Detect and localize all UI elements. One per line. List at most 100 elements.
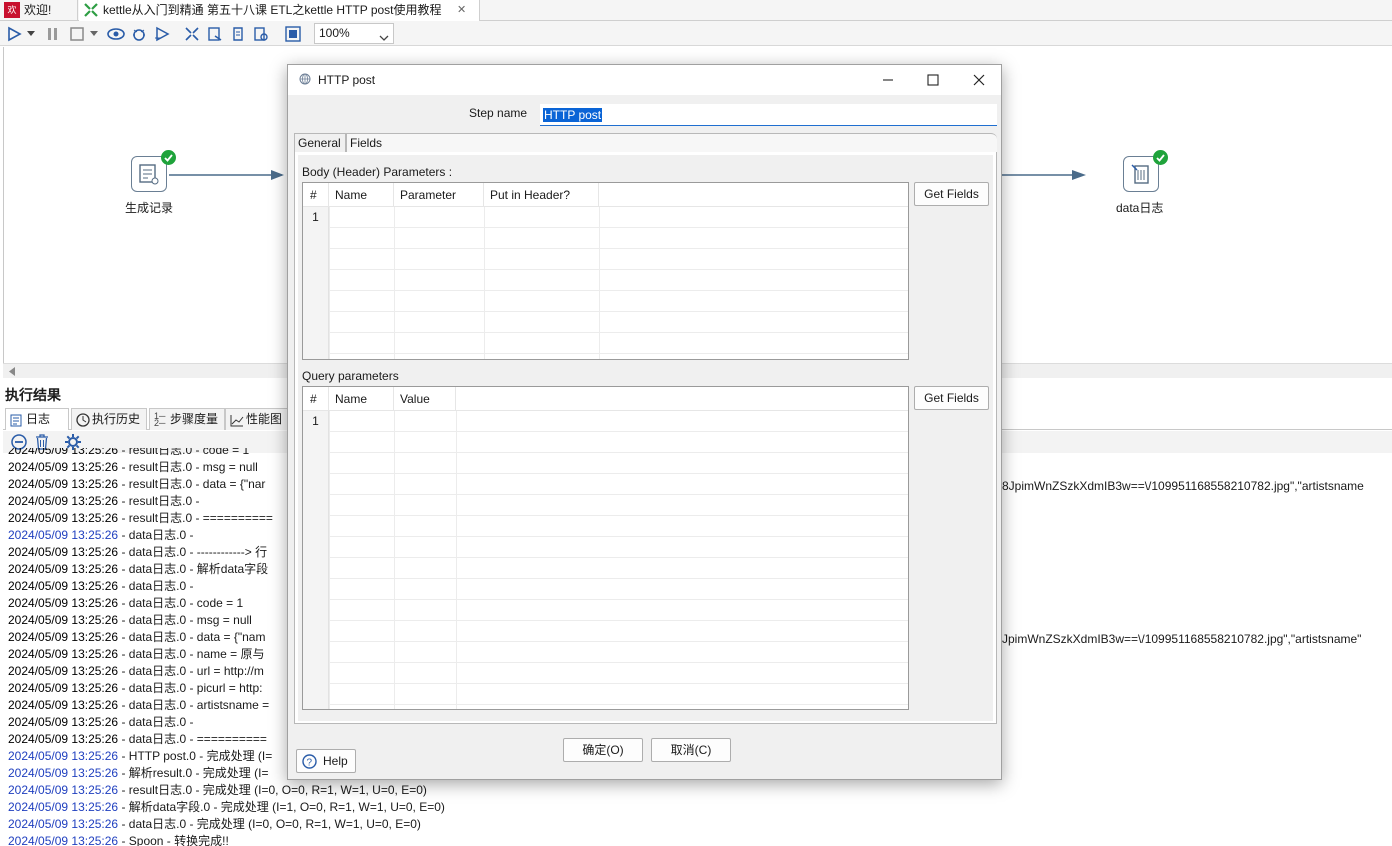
debug-icon[interactable] — [130, 25, 148, 42]
step-name-input[interactable] — [540, 104, 997, 126]
table-row[interactable] — [303, 453, 908, 474]
column-header[interactable]: Put in Header? — [484, 183, 599, 207]
tab-transformation-label: kettle从入门到精通 第五十八课 ETL之kettle HTTP post使… — [103, 3, 442, 17]
tab-general[interactable]: General — [294, 133, 346, 153]
row-number — [303, 621, 329, 642]
stop-dropdown-icon[interactable] — [89, 25, 99, 42]
verify-icon[interactable] — [183, 25, 201, 42]
table-row[interactable] — [303, 684, 908, 705]
row-number — [303, 228, 329, 249]
log-message: - data日志.0 - ========== — [118, 732, 267, 746]
transformation-toolbar: 100% — [0, 21, 1392, 46]
replay-icon[interactable] — [153, 25, 171, 42]
row-number — [303, 516, 329, 537]
sql-icon[interactable] — [229, 25, 247, 42]
table-row[interactable] — [303, 333, 908, 354]
row-number — [303, 705, 329, 709]
run-dropdown-icon[interactable] — [26, 25, 36, 42]
show-results-icon[interactable] — [284, 25, 302, 42]
tab-fields[interactable]: Fields — [346, 133, 997, 153]
table-row[interactable] — [303, 705, 908, 709]
column-header[interactable]: Value — [394, 387, 456, 411]
log-message: - data日志.0 - artistsname = — [118, 698, 270, 712]
column-header[interactable]: Name — [329, 387, 394, 411]
http-post-dialog: HTTP post Step name HTTP post General Fi… — [287, 64, 1002, 780]
log-timestamp: 2024/05/09 13:25:26 — [8, 494, 119, 508]
pause-icon[interactable] — [44, 25, 62, 42]
table-row[interactable] — [303, 249, 908, 270]
body-parameters-label: Body (Header) Parameters : — [302, 165, 453, 179]
stop-icon[interactable] — [68, 25, 86, 42]
ok-label: 确定(O) — [582, 743, 624, 757]
log-timestamp: 2024/05/09 13:25:26 — [8, 477, 119, 491]
table-row[interactable] — [303, 432, 908, 453]
table-row[interactable] — [303, 474, 908, 495]
ok-button[interactable]: 确定(O) — [563, 738, 643, 762]
table-row[interactable] — [303, 516, 908, 537]
row-number — [303, 354, 329, 359]
table-row[interactable]: 1 — [303, 207, 908, 228]
tab-performance[interactable]: 性能图 — [225, 408, 289, 430]
tab-log-label: 日志 — [26, 412, 51, 426]
tab-history[interactable]: 执行历史 — [71, 408, 147, 430]
cancel-button[interactable]: 取消(C) — [651, 738, 731, 762]
explore-db-icon[interactable] — [252, 25, 270, 42]
log-timestamp: 2024/05/09 13:25:26 — [8, 834, 119, 846]
table-row[interactable] — [303, 291, 908, 312]
table-row[interactable] — [303, 270, 908, 291]
tab-step-metrics[interactable]: 1─ 2─ 步骤度量 — [149, 408, 225, 430]
table-row[interactable] — [303, 642, 908, 663]
body-parameters-table[interactable]: # Name Parameter Put in Header? 1 — [302, 182, 909, 360]
log-timestamp: 2024/05/09 13:25:26 — [8, 511, 119, 525]
get-fields-button[interactable]: Get Fields — [914, 386, 989, 410]
column-header[interactable]: # — [303, 183, 329, 207]
row-number — [303, 333, 329, 354]
row-number — [303, 684, 329, 705]
close-icon[interactable] — [970, 71, 988, 89]
log-message: - result日志.0 - — [118, 494, 200, 508]
table-row[interactable] — [303, 663, 908, 684]
log-line: 2024/05/09 13:25:26 - 解析data字段.0 - 完成处理 … — [8, 799, 1388, 816]
table-row[interactable] — [303, 537, 908, 558]
help-button[interactable]: ? Help — [296, 749, 356, 773]
run-icon[interactable] — [5, 25, 23, 42]
help-label: Help — [323, 754, 348, 768]
preview-icon[interactable] — [107, 25, 125, 42]
maximize-icon[interactable] — [924, 71, 942, 89]
table-row[interactable] — [303, 579, 908, 600]
table-row[interactable] — [303, 558, 908, 579]
tab-transformation[interactable]: kettle从入门到精通 第五十八课 ETL之kettle HTTP post使… — [79, 0, 480, 21]
column-header[interactable]: Parameter — [394, 183, 484, 207]
table-header: # Name Parameter Put in Header? — [303, 183, 908, 207]
minimize-icon[interactable] — [879, 71, 897, 89]
log-message: - 解析data字段.0 - 完成处理 (I=1, O=0, R=1, W=1,… — [118, 800, 445, 814]
log-message: - HTTP post.0 - 完成处理 (I= — [118, 749, 273, 763]
log-timestamp: 2024/05/09 13:25:26 — [8, 681, 119, 695]
editor-tab-bar: 欢 欢迎! kettle从入门到精通 第五十八课 ETL之kettle HTTP… — [0, 0, 1392, 21]
row-number — [303, 312, 329, 333]
table-row[interactable] — [303, 495, 908, 516]
table-row[interactable]: 1 — [303, 411, 908, 432]
get-fields-button[interactable]: Get Fields — [914, 182, 989, 206]
query-parameters-table[interactable]: # Name Value 1 — [302, 386, 909, 710]
log-message: - 解析result.0 - 完成处理 (I= — [118, 766, 269, 780]
row-number — [303, 663, 329, 684]
success-check-icon — [1153, 150, 1168, 165]
table-row[interactable] — [303, 621, 908, 642]
tab-log[interactable]: 日志 — [5, 408, 69, 430]
impact-icon[interactable] — [206, 25, 224, 42]
fields-tab-panel: Body (Header) Parameters : # Name Parame… — [294, 152, 997, 724]
table-row[interactable] — [303, 228, 908, 249]
zoom-select[interactable]: 100% — [314, 23, 394, 44]
table-row[interactable] — [303, 312, 908, 333]
tab-welcome[interactable]: 欢 欢迎! — [0, 0, 78, 21]
column-header[interactable]: # — [303, 387, 329, 411]
tab-step-metrics-label: 步骤度量 — [170, 412, 219, 426]
scroll-left-icon[interactable] — [8, 367, 16, 376]
table-header: # Name Value — [303, 387, 908, 411]
table-row[interactable] — [303, 600, 908, 621]
column-header[interactable]: Name — [329, 183, 394, 207]
close-tab-icon[interactable]: ✕ — [457, 0, 466, 21]
table-row[interactable] — [303, 354, 908, 359]
log-line: 2024/05/09 13:25:26 - result日志.0 - 完成处理 … — [8, 782, 1388, 799]
